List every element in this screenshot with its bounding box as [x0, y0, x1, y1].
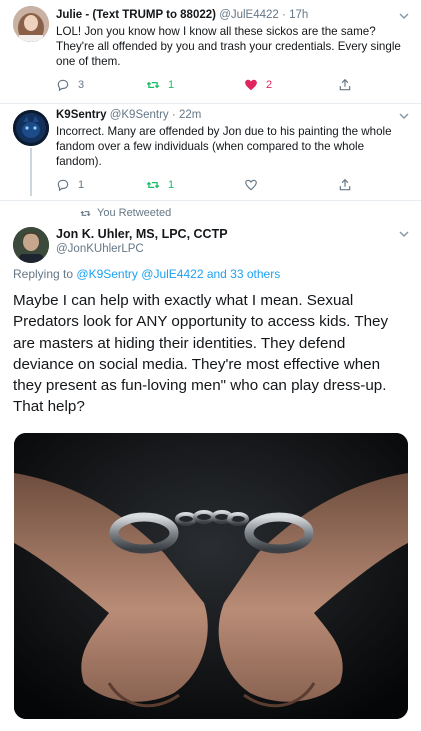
chevron-down-icon[interactable] — [398, 110, 410, 122]
heart-filled-icon — [245, 79, 257, 91]
retweet-button[interactable]: 1 — [146, 78, 174, 92]
tweet-actions: 3 1 2 — [56, 78, 356, 94]
retweet-note-text: You Retweeted — [97, 207, 172, 219]
avatar-photo-icon — [13, 110, 49, 146]
retweet-note: You Retweeted — [80, 207, 171, 219]
retweet-icon — [146, 81, 160, 89]
tweet-header: Julie - (Text TRUMP to 88022) @JulE4422 … — [56, 9, 309, 21]
avatar[interactable] — [13, 227, 49, 263]
divider — [0, 200, 421, 201]
reply-count: 3 — [78, 79, 85, 91]
like-button[interactable]: 2 — [244, 78, 272, 92]
handle[interactable]: @JonKUhlerLPC — [56, 243, 144, 255]
tweet-photo[interactable] — [14, 433, 408, 719]
tweet-actions: 1 1 — [56, 178, 356, 194]
thread-line — [30, 148, 32, 196]
reply-icon — [57, 179, 69, 192]
display-name[interactable]: Jon K. Uhler, MS, LPC, CCTP — [56, 227, 228, 241]
share-button[interactable] — [338, 178, 360, 192]
avatar-photo-icon — [13, 6, 49, 42]
avatar-photo-icon — [13, 227, 49, 263]
handle[interactable]: @K9Sentry — [110, 109, 169, 121]
tweet-text: Incorrect. Many are offended by Jon due … — [56, 125, 392, 168]
retweet-icon — [146, 181, 160, 189]
replying-prefix: Replying to — [13, 267, 74, 281]
share-icon — [339, 178, 351, 191]
tweet-julie[interactable]: Julie - (Text TRUMP to 88022) @JulE4422 … — [0, 0, 421, 104]
timestamp[interactable]: 17h — [289, 9, 308, 21]
chevron-down-icon[interactable] — [398, 228, 410, 240]
twitter-thread: Julie - (Text TRUMP to 88022) @JulE4422 … — [0, 0, 421, 731]
retweet-button[interactable]: 1 — [146, 178, 174, 192]
share-icon — [339, 78, 351, 91]
retweet-count: 1 — [168, 179, 175, 191]
reply-button[interactable]: 1 — [56, 178, 84, 192]
display-name[interactable]: Julie - (Text TRUMP to 88022) — [56, 9, 216, 21]
tweet-header: K9Sentry @K9Sentry · 22m — [56, 109, 202, 121]
replying-to-link[interactable]: @K9Sentry @JulE4422 and 33 others — [76, 267, 280, 281]
heart-outline-icon — [245, 179, 257, 191]
replying-to: Replying to @K9Sentry @JulE4422 and 33 o… — [13, 267, 280, 281]
reply-icon — [57, 79, 69, 92]
retweet-icon — [80, 210, 91, 216]
tweet-text: Maybe I can help with exactly what I mea… — [13, 292, 389, 416]
avatar[interactable] — [13, 6, 49, 42]
handle[interactable]: @JulE4422 — [219, 9, 279, 21]
share-button[interactable] — [338, 78, 360, 92]
like-button[interactable] — [244, 178, 266, 192]
chevron-down-icon[interactable] — [398, 10, 410, 22]
retweet-count: 1 — [168, 79, 175, 91]
handcuffed-hands-icon — [14, 433, 408, 719]
like-count: 2 — [266, 79, 273, 91]
tweet-k9sentry[interactable]: K9Sentry @K9Sentry · 22m Incorrect. Many… — [0, 104, 421, 200]
timestamp[interactable]: 22m — [179, 109, 201, 121]
tweet-text: LOL! Jon you know how I know all these s… — [56, 25, 401, 68]
reply-button[interactable]: 3 — [56, 78, 84, 92]
avatar[interactable] — [13, 110, 49, 146]
display-name[interactable]: K9Sentry — [56, 109, 107, 121]
reply-count: 1 — [78, 179, 85, 191]
